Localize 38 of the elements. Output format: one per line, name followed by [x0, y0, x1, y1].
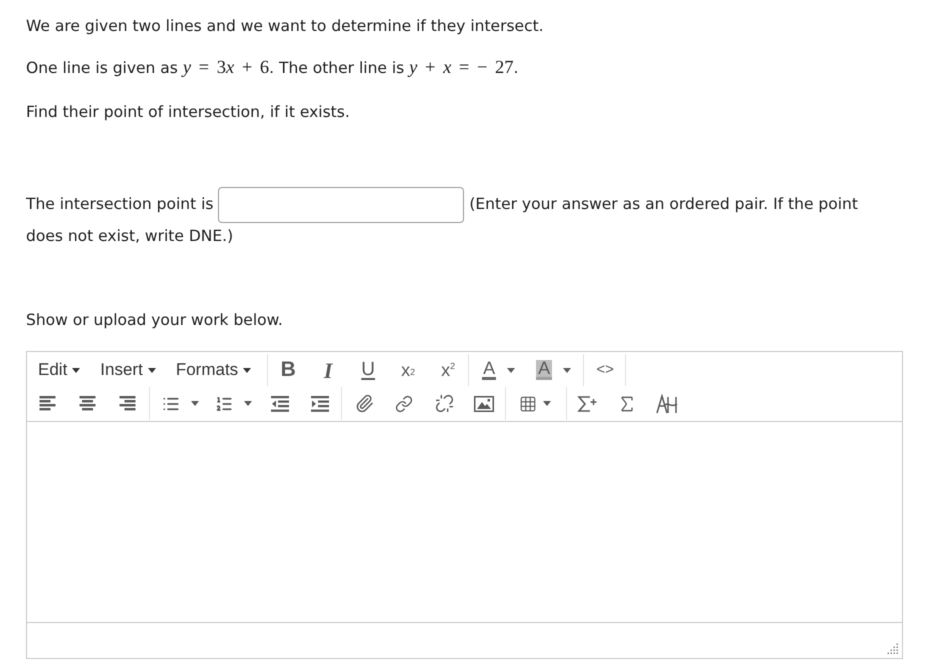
numbered-list-icon: [215, 394, 233, 412]
work-prompt: Show or upload your work below.: [26, 310, 283, 331]
menu-button[interactable]: Formats: [168, 356, 260, 384]
question-text: Find their point of intersection, if it exists.: [26, 102, 350, 123]
underline-button[interactable]: U: [348, 355, 388, 385]
sigma-plus-icon: [577, 394, 597, 412]
caret-icon: [563, 368, 572, 372]
unlink-icon: [434, 394, 454, 413]
caret-icon: [72, 368, 80, 372]
caret-icon: [243, 368, 252, 372]
table-icon: [519, 394, 537, 412]
italic-button[interactable]: I: [308, 355, 348, 385]
question-text: We are given two lines and we want to determine if they intersect.: [26, 16, 544, 37]
resize-handle-icon[interactable]: [887, 643, 899, 655]
answer-field[interactable]: [218, 186, 464, 223]
strikethrough-letters-icon: [656, 394, 678, 414]
menu-button[interactable]: Insert: [92, 356, 164, 384]
superscript-button[interactable]: x$^{2}$: [428, 355, 468, 385]
caret-icon: [507, 368, 516, 372]
align-left-icon: [38, 396, 56, 411]
answer-prompt: The intersection point is (Enter your answer as an ordered pair. If the point does not exist, write DNE.): [26, 188, 876, 252]
menu-button[interactable]: Edit: [30, 356, 88, 384]
source-code-button[interactable]: <>: [585, 355, 626, 385]
caret-icon: [191, 401, 199, 406]
paperclip-icon: [354, 394, 374, 413]
caret-icon: [148, 368, 156, 372]
text-color-button[interactable]: A: [473, 355, 528, 385]
link-icon: [395, 394, 413, 412]
bold-button[interactable]: B: [268, 355, 308, 385]
image-icon: [474, 396, 494, 412]
outdent-icon: [271, 396, 289, 412]
highlight-color-button[interactable]: A: [527, 355, 582, 385]
align-right-icon: [118, 396, 136, 411]
caret-icon: [543, 401, 551, 406]
question-text: One line is given as y = 3x + 6. The other line is y + x = − 27.: [26, 57, 518, 79]
indent-icon: [311, 396, 329, 412]
caret-icon: [244, 401, 252, 406]
align-center-icon: [78, 396, 96, 411]
